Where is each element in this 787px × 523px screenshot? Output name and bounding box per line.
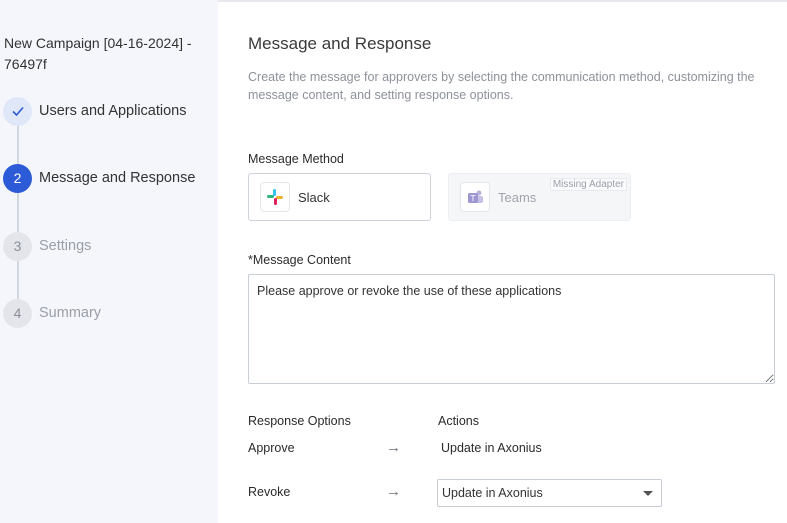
campaign-title: New Campaign [04-16-2024] - 76497f — [4, 35, 192, 72]
method-name: Slack — [298, 189, 330, 205]
step-label: Users and Applications — [39, 103, 187, 119]
step-connector — [17, 124, 19, 168]
response-option-approve: Approve — [248, 441, 295, 455]
step-connector — [17, 192, 19, 232]
svg-text:T: T — [470, 194, 476, 203]
message-content-input[interactable]: Please approve or revoke the use of thes… — [248, 274, 775, 384]
response-option-revoke: Revoke — [248, 485, 291, 499]
teams-method-option: T Teams Missing Adapter — [448, 173, 631, 221]
message-content-label: *Message Content — [248, 253, 351, 267]
response-options-header: Response Options — [248, 414, 351, 428]
step-number: 3 — [3, 231, 32, 261]
approve-action: Update in Axonius — [441, 441, 542, 455]
page-description: Create the message for approvers by sele… — [248, 70, 755, 102]
step-label: Summary — [39, 305, 102, 321]
step-connector — [17, 260, 19, 300]
chevron-down-icon — [643, 490, 653, 496]
slack-icon — [260, 182, 290, 212]
step-message-and-response[interactable]: 2 Message and Response — [3, 163, 215, 193]
revoke-action-value: Update in Axonius — [442, 486, 543, 500]
teams-icon: T — [460, 182, 490, 212]
slack-method-option[interactable]: Slack — [248, 173, 431, 221]
page-title: Message and Response — [248, 34, 432, 53]
arrow-right-icon: → — [386, 439, 401, 456]
missing-adapter-badge: Missing Adapter — [549, 178, 627, 191]
step-users-and-applications[interactable]: Users and Applications — [3, 96, 215, 126]
step-number: 2 — [3, 163, 32, 193]
message-method-label: Message Method — [248, 152, 344, 166]
check-icon — [3, 96, 32, 126]
step-label: Message and Response — [39, 170, 196, 186]
top-divider — [218, 0, 787, 2]
step-summary[interactable]: 4 Summary — [3, 298, 215, 328]
step-settings[interactable]: 3 Settings — [3, 231, 215, 261]
arrow-right-icon: → — [386, 483, 401, 500]
actions-header: Actions — [438, 414, 479, 428]
step-label: Settings — [39, 238, 92, 254]
wizard-sidebar: New Campaign [04-16-2024] - 76497f Users… — [0, 0, 218, 523]
method-name: Teams — [498, 189, 537, 205]
step-number: 4 — [3, 298, 32, 328]
revoke-action-select[interactable]: Update in Axonius — [437, 479, 662, 507]
